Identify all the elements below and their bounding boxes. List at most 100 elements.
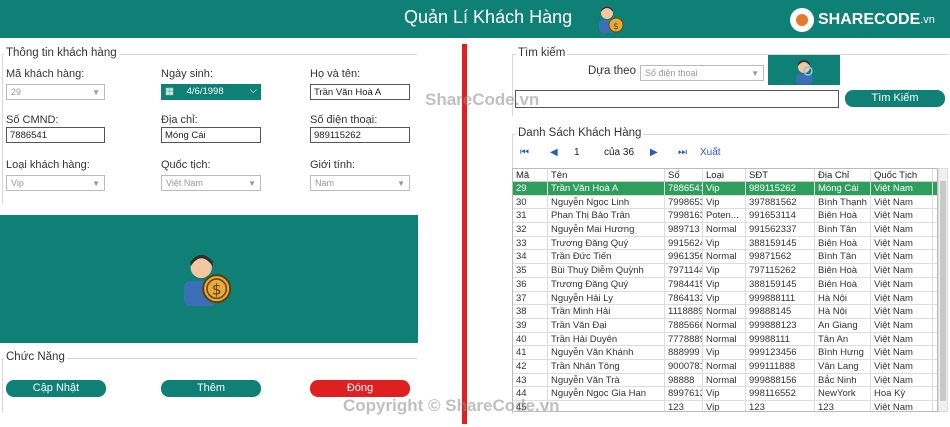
table-row[interactable]: 35Bùi Thuỳ Diễm Quỳnh7971144...Vip797115… (513, 264, 937, 278)
table-row[interactable]: 32 Nguyễn Mai Hương 989713 Normal 991562337 B… (513, 223, 937, 237)
table-cell: 998116552 (746, 387, 815, 400)
next-page-icon[interactable]: ▶ (650, 147, 658, 158)
table-row[interactable]: 44 Nguyễn Ngọc Gia Han 8997613 Vip 998116552… (513, 387, 937, 401)
first-page-icon[interactable]: ⏮ (520, 147, 529, 158)
table-cell: Biên Hoà (815, 277, 871, 291)
table-cell: Vip (703, 264, 746, 277)
column-header[interactable]: Loại (703, 169, 746, 181)
table-cell: Hoa Kỳ (871, 387, 933, 400)
cmnd-field[interactable]: 7886541 (6, 127, 105, 143)
table-row[interactable]: 41 Nguyễn Văn Khánh 888999 Vip 999123456 Bình… (513, 346, 937, 360)
table-row[interactable]: 36 Trương Đăng Quý 7984415 Vip 388159145 Biên… (513, 277, 937, 292)
table-row[interactable]: 37 Nguyễn Hải Ly 7864132 Vip 999888111 Hà Nội… (513, 291, 937, 306)
table-cell: Việt Nam (871, 264, 933, 277)
add-button[interactable]: Thêm (161, 380, 261, 397)
table-cell: 38 (513, 305, 548, 318)
table-row[interactable]: 29 Trần Văn Hoà A 7886541 Vip 989115262 Móng … (513, 182, 937, 196)
table-cell: 999123456 (746, 346, 815, 359)
table-row[interactable]: 45 123 Vip 123 123 Việt Nam (513, 401, 937, 411)
table-cell: 1118889... (665, 305, 703, 318)
table-cell: Việt Nam (871, 346, 933, 359)
table-row[interactable]: 33Trương Đăng Quý99156245Vip388159145Biê… (513, 236, 937, 251)
table-cell: Vân Lang (815, 359, 871, 373)
page-number-field[interactable]: 1 (574, 147, 580, 158)
table-cell: Việt Nam (871, 318, 933, 332)
close-button[interactable]: Đóng (310, 380, 410, 397)
table-scrollbar[interactable] (938, 168, 948, 412)
update-button[interactable]: Cập Nhật (6, 380, 106, 397)
chevron-down-icon: ▼ (397, 179, 405, 188)
customer-type-combo[interactable]: Vip ▼ (6, 175, 105, 191)
fullname-field[interactable]: Trần Văn Hoà A (310, 84, 410, 100)
address-field[interactable]: Móng Cái (161, 127, 261, 143)
table-cell: Normal (703, 305, 746, 318)
logo-mark-icon (790, 8, 814, 32)
last-page-icon[interactable]: ⏭ (678, 147, 687, 158)
table-cell: 32 (513, 223, 548, 236)
table-cell: 99613568 (665, 250, 703, 264)
loai-label: Loại khách hàng: (6, 159, 90, 171)
table-cell: Poten... (703, 209, 746, 223)
table-cell: 989713 (665, 223, 703, 236)
table-row[interactable]: 34Trần Đức Tiến99613568Normal99871562Bìn… (513, 250, 937, 265)
table-cell: Nguyễn Văn Khánh (548, 346, 665, 359)
table-cell: 35 (513, 264, 548, 277)
diachi-label: Địa chỉ: (161, 114, 198, 126)
birthdate-picker[interactable]: ▦ 4/6/1998 ⌵ (161, 84, 261, 100)
table-cell: Việt Nam (871, 236, 933, 250)
table-cell: 8997613 (665, 387, 703, 400)
column-header[interactable]: Tên (548, 169, 665, 181)
table-row[interactable]: 43 Nguyễn Văn Trà 98888 Normal 999888156 Bắc … (513, 373, 937, 388)
search-input[interactable] (515, 90, 839, 108)
chevron-down-icon: ▼ (92, 179, 100, 188)
table-cell: Tân An (815, 332, 871, 346)
table-cell: Biên Hoà (815, 236, 871, 250)
table-cell: 36 (513, 277, 548, 291)
svg-text:$: $ (613, 22, 619, 32)
gender-value: Nam (315, 178, 335, 188)
search-button[interactable]: Tìm Kiếm (845, 90, 945, 107)
page-total: của 36 (604, 147, 635, 158)
table-cell: 123 (746, 401, 815, 411)
customer-table[interactable]: Mã Tên Số Loại SĐT Địa Chỉ Quốc Tịch 29 T… (512, 168, 938, 412)
table-cell: Hà Nội (815, 291, 871, 305)
scrollbar-thumb[interactable] (940, 181, 946, 401)
table-cell: 388159145 (746, 236, 815, 250)
table-cell: 991562337 (746, 223, 815, 236)
table-cell: Việt Nam (871, 332, 933, 346)
table-row[interactable]: 39Trần Văn Đại78856661Normal999888123An … (513, 318, 937, 333)
table-cell: Nguyễn Hải Ly (548, 291, 665, 305)
table-cell: 123 (815, 401, 871, 411)
export-button[interactable]: Xuất (700, 147, 721, 158)
birthdate-value: 4/6/1998 (186, 86, 224, 97)
table-cell: Nguyễn Mai Hương (548, 223, 665, 236)
table-cell: Bình Tân (815, 250, 871, 264)
table-row[interactable]: 42Trần Nhân Tông9000781...Normal99911188… (513, 359, 937, 374)
table-row[interactable]: 30 Nguyễn Ngọc Linh 7998653 Vip 397881562 Bìn… (513, 195, 937, 210)
gender-combo[interactable]: Nam ▼ (310, 175, 410, 191)
column-header[interactable]: Quốc Tịch (871, 169, 933, 181)
calendar-icon: ▦ (165, 86, 174, 97)
table-cell: 43 (513, 373, 548, 387)
table-cell: 41 (513, 346, 548, 359)
phone-field[interactable]: 989115262 (310, 127, 410, 143)
table-row[interactable]: 38Trần Minh Hải1118889...Normal99888145H… (513, 305, 937, 319)
table-cell: Vip (703, 236, 746, 250)
logo-text: SHARECODE (818, 11, 921, 28)
table-cell: Bình Hưng (815, 346, 871, 359)
table-cell: Vip (703, 277, 746, 291)
table-cell: 7886541 (665, 182, 703, 195)
prev-page-icon[interactable]: ◀ (550, 147, 558, 158)
ma-combo[interactable]: 29 ▼ (6, 84, 105, 100)
column-header[interactable]: Số (665, 169, 703, 181)
table-cell: 37 (513, 291, 548, 305)
nationality-combo[interactable]: Việt Nam ▼ (161, 175, 261, 191)
column-header[interactable]: Địa Chỉ (815, 169, 871, 181)
column-header[interactable]: SĐT (746, 169, 815, 181)
column-header[interactable]: Mã (513, 169, 548, 181)
search-by-combo[interactable]: Số điện thoại ▼ (640, 65, 764, 81)
table-cell: Việt Nam (871, 305, 933, 318)
table-cell: Việt Nam (871, 182, 933, 195)
table-row[interactable]: 40Trần Hải Duyên7778889...Normal99988111… (513, 332, 937, 347)
table-row[interactable]: 31 Phan Thị Bảo Trân 7998163 Poten... 991653… (513, 209, 937, 224)
